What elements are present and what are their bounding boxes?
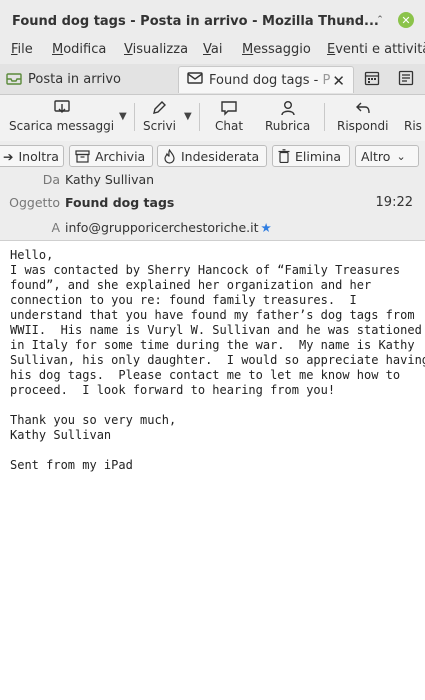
download-icon — [53, 99, 71, 117]
from-value[interactable]: Kathy Sullivan — [65, 172, 154, 187]
minimize-icon[interactable]: ⌄ — [340, 12, 356, 28]
main-toolbar: Scarica messaggi ▼ Scrivi ▼ Chat Rubrica… — [0, 95, 425, 142]
subject-label: Oggetto — [9, 195, 60, 210]
reply-arrow-icon — [355, 99, 371, 117]
write-button[interactable]: Scrivi — [143, 99, 176, 133]
toolbar-separator — [199, 103, 200, 131]
chevron-down-icon: ⌄ — [396, 149, 406, 163]
close-window-icon[interactable]: ✕ — [398, 12, 414, 28]
menu-edit[interactable]: Modifica — [52, 42, 106, 57]
from-label: Da — [42, 172, 60, 187]
inbox-icon — [6, 71, 22, 89]
contacts-icon — [279, 99, 297, 117]
menu-file[interactable]: File — [11, 42, 33, 57]
junk-button[interactable]: Indesiderata — [157, 145, 267, 167]
flame-icon — [163, 148, 176, 164]
tab-bar: Posta in arrivo Found dog tags - P ✕ — [0, 64, 425, 95]
tab-inbox[interactable]: Posta in arrivo — [6, 66, 121, 93]
forward-arrow-icon: ➔ — [3, 148, 14, 164]
window-titlebar: Found dog tags - Posta in arrivo - Mozil… — [0, 0, 425, 38]
trash-icon — [278, 149, 290, 163]
to-value[interactable]: info@grupporicerchestoriche.it ★ — [65, 220, 272, 235]
get-messages-dropdown-icon[interactable]: ▼ — [119, 111, 127, 122]
delete-button[interactable]: Elimina — [272, 145, 350, 167]
window-title: Found dog tags - Posta in arrivo - Mozil… — [12, 14, 379, 29]
archive-button[interactable]: Archivia — [69, 145, 153, 167]
pencil-icon — [151, 99, 167, 117]
reply-all-button[interactable]: Ris — [404, 99, 422, 133]
reply-button[interactable]: Rispondi — [337, 99, 388, 133]
menu-message[interactable]: Messaggio — [242, 42, 311, 57]
star-icon[interactable]: ★ — [261, 220, 272, 235]
maximize-icon[interactable]: ⌃ — [372, 12, 388, 28]
address-book-button[interactable]: Rubrica — [265, 99, 310, 133]
menu-bar: File Modifica Visualizza Vai Messaggio E… — [0, 38, 425, 64]
tab-inbox-label: Posta in arrivo — [28, 72, 121, 87]
forward-button[interactable]: ➔ Inoltra — [0, 145, 64, 167]
subject-value: Found dog tags — [65, 195, 175, 210]
write-dropdown-icon[interactable]: ▼ — [184, 111, 192, 122]
menu-go[interactable]: Vai — [203, 42, 222, 57]
menu-events[interactable]: Eventi e attività — [327, 42, 425, 57]
get-messages-button[interactable]: Scarica messaggi — [9, 99, 114, 133]
to-label: A — [51, 220, 60, 235]
calendar-icon[interactable] — [364, 70, 380, 86]
more-button[interactable]: Altro ⌄ — [355, 145, 419, 167]
tab-close-icon[interactable]: ✕ — [332, 72, 345, 90]
envelope-icon — [187, 72, 203, 88]
tasks-icon[interactable] — [398, 70, 414, 86]
toolbar-separator — [324, 103, 325, 131]
message-time: 19:22 — [375, 195, 413, 210]
message-header: ➔ Inoltra Archivia Indesiderata Elimina … — [0, 141, 425, 241]
menu-view[interactable]: Visualizza — [124, 42, 188, 57]
tab-message[interactable]: Found dog tags - P ✕ — [178, 66, 354, 93]
toolbar-separator — [134, 103, 135, 131]
chat-bubble-icon — [220, 99, 238, 117]
tab-message-label: Found dog tags - P — [209, 72, 331, 88]
archive-box-icon — [75, 149, 90, 163]
message-body: Hello, I was contacted by Sherry Hancock… — [10, 248, 425, 472]
chat-button[interactable]: Chat — [215, 99, 243, 133]
